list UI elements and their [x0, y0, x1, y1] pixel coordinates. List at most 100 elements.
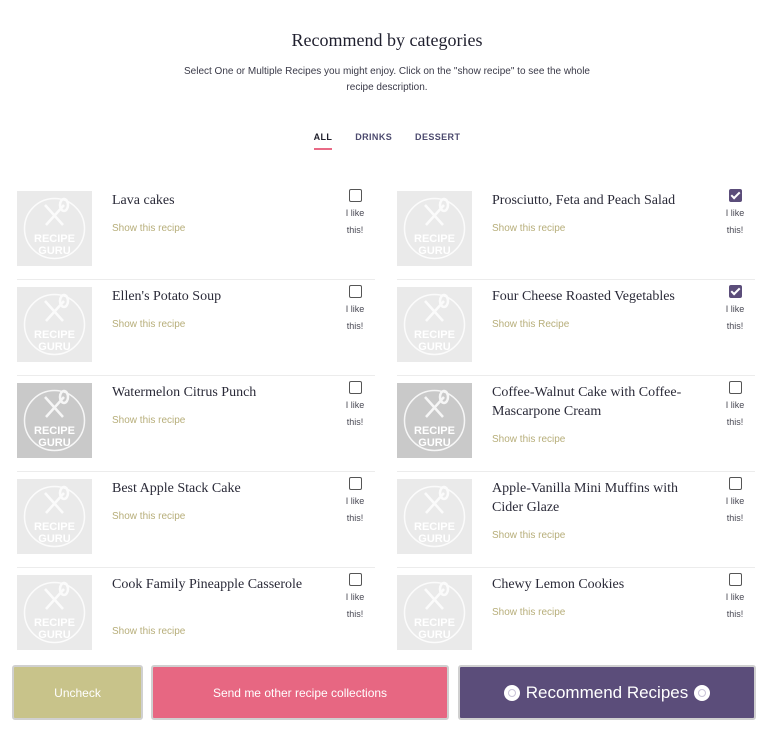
svg-text:RECIPE: RECIPE [414, 617, 455, 629]
like-checkbox-group[interactable]: I like this! [335, 381, 375, 431]
like-checkbox-group[interactable]: I like this! [335, 189, 375, 239]
recipe-card: RECIPE GURU Watermelon Citrus Punch Show … [17, 376, 375, 472]
svg-text:GURU: GURU [38, 437, 70, 449]
like-checkbox[interactable] [728, 189, 742, 202]
svg-text:RECIPE: RECIPE [414, 329, 455, 341]
like-checkbox[interactable] [348, 189, 362, 202]
show-recipe-link[interactable]: Show this recipe [112, 319, 185, 330]
recipe-card: RECIPE GURU Lava cakes Show this recipe I… [17, 184, 375, 280]
svg-text:GURU: GURU [38, 245, 70, 257]
like-checkbox-group[interactable]: I like this! [715, 477, 755, 527]
recipe-card: RECIPE GURU Best Apple Stack Cake Show th… [17, 472, 375, 568]
recipe-card: RECIPE GURU Four Cheese Roasted Vegetable… [397, 280, 755, 376]
recommend-recipes-label: Recommend Recipes [525, 682, 689, 702]
like-checkbox[interactable] [728, 573, 742, 586]
send-collections-label: Send me other recipe collections [212, 685, 388, 700]
uncheck-button-label: Uncheck [54, 685, 101, 700]
like-checkbox[interactable] [348, 285, 362, 298]
recipe-thumbnail: RECIPE GURU [17, 191, 92, 266]
show-recipe-link[interactable]: Show this Recipe [492, 319, 569, 330]
like-checkbox-group[interactable]: I like this! [715, 285, 755, 335]
page-title: Recommend by categories [291, 30, 483, 50]
svg-text:RECIPE: RECIPE [34, 233, 75, 245]
like-label: I like this! [725, 400, 745, 427]
show-recipe-link[interactable]: Show this recipe [492, 223, 565, 234]
recipe-card: RECIPE GURU Chewy Lemon Cookies Show this… [397, 568, 755, 663]
like-checkbox[interactable] [728, 477, 742, 490]
like-checkbox[interactable] [348, 477, 362, 490]
send-collections-button[interactable]: Send me other recipe collections [151, 665, 449, 720]
svg-text:GURU: GURU [418, 341, 450, 353]
svg-text:GURU: GURU [38, 629, 70, 641]
like-checkbox-group[interactable]: I like this! [335, 477, 375, 527]
recipe-name: Coffee-Walnut Cake with Coffee-Mascarpon… [492, 385, 682, 419]
recipe-thumbnail: RECIPE GURU [17, 575, 92, 650]
recipe-card: RECIPE GURU Apple-Vanilla Mini Muffins wi… [397, 472, 755, 568]
recipe-card: RECIPE GURU Prosciutto, Feta and Peach Sa… [397, 184, 755, 280]
show-recipe-link[interactable]: Show this recipe [112, 511, 185, 522]
svg-text:RECIPE: RECIPE [34, 521, 75, 533]
recipe-name: Prosciutto, Feta and Peach Salad [492, 193, 676, 208]
svg-text:GURU: GURU [418, 245, 450, 257]
recipe-thumbnail: RECIPE GURU [17, 383, 92, 458]
like-label: I like this! [345, 400, 365, 427]
svg-text:GURU: GURU [38, 533, 70, 545]
recipe-thumbnail: RECIPE GURU [17, 287, 92, 362]
like-label: I like this! [725, 304, 745, 331]
like-checkbox-group[interactable]: I like this! [715, 381, 755, 431]
like-label: I like this! [345, 496, 365, 523]
recipe-thumbnail: RECIPE GURU [397, 575, 472, 650]
recipe-name: Apple-Vanilla Mini Muffins with Cider Gl… [492, 481, 679, 515]
svg-text:RECIPE: RECIPE [414, 521, 455, 533]
svg-text:GURU: GURU [418, 629, 450, 641]
show-recipe-link[interactable]: Show this recipe [492, 530, 565, 541]
recipe-name: Four Cheese Roasted Vegetables [492, 289, 675, 304]
show-recipe-link[interactable]: Show this recipe [492, 607, 565, 618]
svg-text:RECIPE: RECIPE [414, 425, 455, 437]
uncheck-button[interactable]: Uncheck [12, 665, 143, 720]
recipe-thumbnail: RECIPE GURU [397, 191, 472, 266]
recipe-name: Best Apple Stack Cake [112, 481, 241, 496]
plate-icon [503, 684, 520, 701]
tab-dessert[interactable]: DESSERT [415, 132, 460, 148]
recipe-thumbnail: RECIPE GURU [397, 287, 472, 362]
like-label: I like this! [725, 496, 745, 523]
like-checkbox-group[interactable]: I like this! [335, 573, 375, 623]
svg-text:RECIPE: RECIPE [34, 617, 75, 629]
recipe-name: Cook Family Pineapple Casserole [112, 577, 303, 592]
page-subtitle: Select One or Multiple Recipes you might… [183, 66, 590, 93]
tab-all[interactable]: ALL [313, 132, 333, 150]
svg-text:GURU: GURU [418, 437, 450, 449]
like-checkbox[interactable] [728, 285, 742, 298]
like-checkbox[interactable] [728, 381, 742, 394]
recipe-name: Lava cakes [112, 193, 175, 208]
show-recipe-link[interactable]: Show this recipe [492, 434, 565, 445]
category-tabs: ALL DRINKS DESSERT [0, 132, 774, 150]
recipe-thumbnail: RECIPE GURU [397, 383, 472, 458]
show-recipe-link[interactable]: Show this recipe [112, 415, 185, 426]
recipe-name: Watermelon Citrus Punch [112, 385, 257, 400]
like-label: I like this! [345, 304, 365, 331]
recipe-name: Chewy Lemon Cookies [492, 577, 625, 592]
svg-text:GURU: GURU [38, 341, 70, 353]
recipe-card: RECIPE GURU Ellen's Potato Soup Show this… [17, 280, 375, 376]
recipe-thumbnail: RECIPE GURU [397, 479, 472, 554]
recipe-card: RECIPE GURU Cook Family Pineapple Cassero… [17, 568, 375, 663]
tab-drinks[interactable]: DRINKS [355, 132, 392, 148]
show-recipe-link[interactable]: Show this recipe [112, 223, 185, 234]
svg-text:RECIPE: RECIPE [34, 329, 75, 341]
recommend-recipes-button[interactable]: Recommend Recipes [458, 665, 756, 720]
like-checkbox[interactable] [348, 573, 362, 586]
recipe-thumbnail: RECIPE GURU [17, 479, 92, 554]
show-recipe-link[interactable]: Show this recipe [112, 626, 185, 637]
svg-text:GURU: GURU [418, 533, 450, 545]
like-label: I like this! [345, 208, 365, 235]
like-checkbox-group[interactable]: I like this! [715, 189, 755, 239]
like-checkbox[interactable] [348, 381, 362, 394]
like-label: I like this! [345, 592, 365, 619]
like-checkbox-group[interactable]: I like this! [335, 285, 375, 335]
recipe-name: Ellen's Potato Soup [112, 289, 222, 304]
svg-text:RECIPE: RECIPE [34, 425, 75, 437]
svg-text:RECIPE: RECIPE [414, 233, 455, 245]
like-checkbox-group[interactable]: I like this! [715, 573, 755, 623]
